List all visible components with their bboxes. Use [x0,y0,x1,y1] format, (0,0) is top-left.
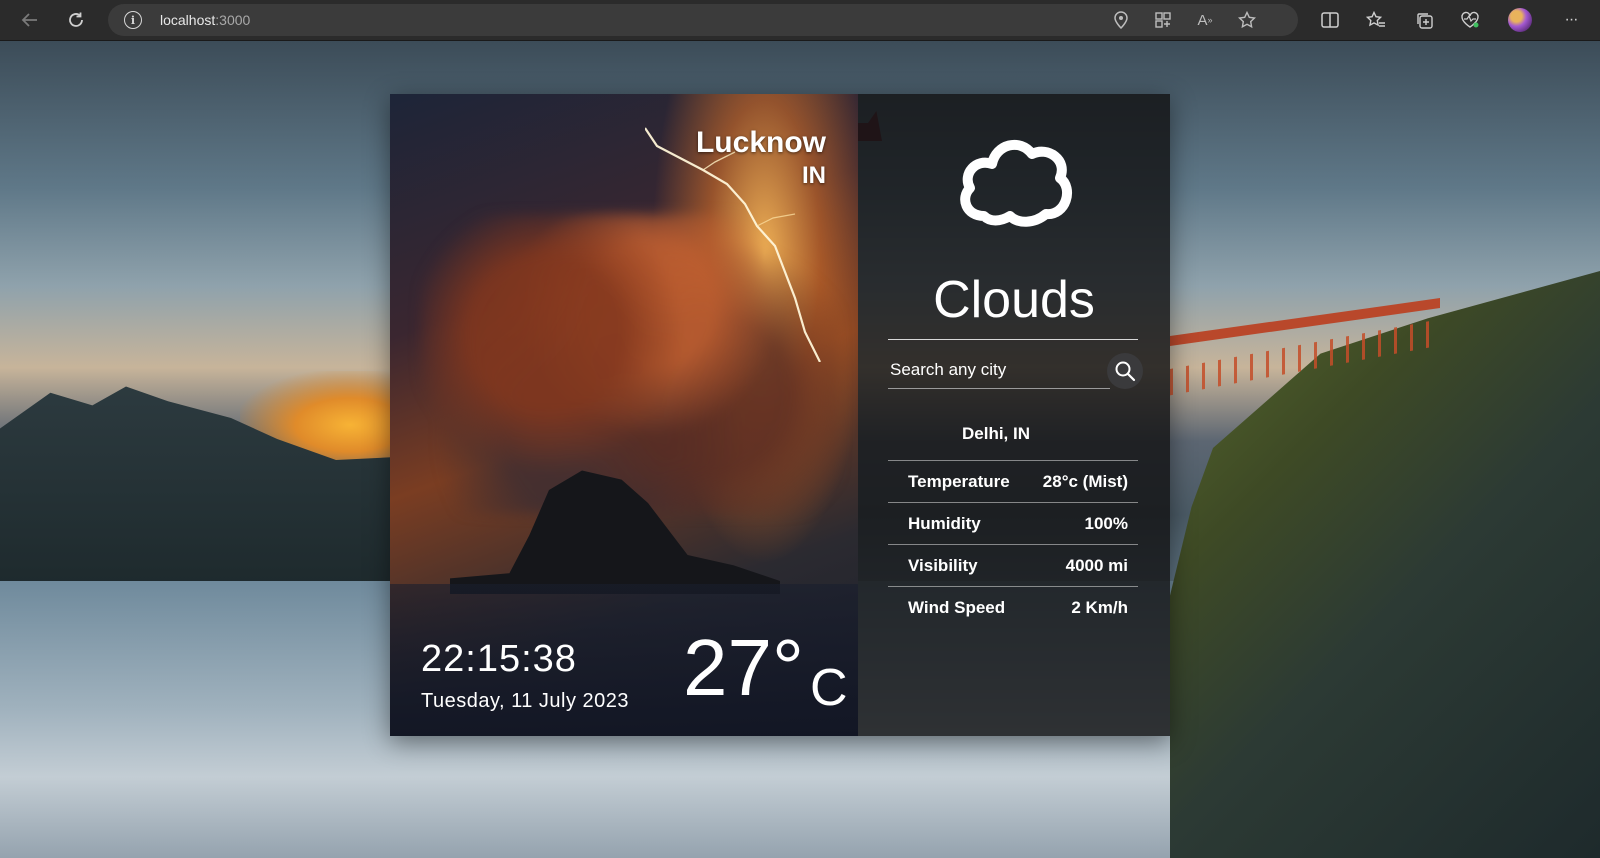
temperature-unit: C [810,659,848,717]
current-temperature: 27° [683,623,804,712]
stat-value: 2 Km/h [1071,598,1128,617]
search-input[interactable] [888,352,1110,389]
read-aloud-glyph: A [1197,11,1208,29]
stat-value: 100% [1084,514,1128,533]
url-text[interactable]: localhost:3000 [160,12,250,28]
search-result-city: Delhi, IN [961,424,1030,443]
stat-row-visibility: Visibility 4000 mi [888,544,1138,584]
country-code: IN [802,162,826,189]
browser-toolbar: i localhost:3000 A» ··· [0,0,1600,41]
url-host: localhost [160,12,216,28]
stat-label: Wind Speed [908,598,1006,617]
stat-row-wind-speed: Wind Speed 2 Km/h [888,586,1138,626]
split-screen-icon[interactable] [1316,6,1344,34]
location-icon[interactable] [1109,8,1133,32]
favorites-icon[interactable] [1362,6,1390,34]
current-time: 22:15:38 [421,638,577,680]
stat-value: 4000 mi [1065,556,1128,575]
read-aloud-icon[interactable]: A» [1193,8,1217,32]
url-port: :3000 [215,12,251,28]
search-button[interactable] [1107,353,1143,389]
weather-condition: Clouds [933,271,1095,329]
more-glyph: ··· [1564,11,1579,28]
stat-value: 28°c (Mist) [1042,472,1128,491]
reload-icon[interactable] [62,6,90,34]
stat-label: Temperature [908,472,1010,491]
arrow-left-icon[interactable] [16,6,44,34]
stat-row-temperature: Temperature 28°c (Mist) [888,460,1138,500]
stat-label: Visibility [908,556,978,575]
stat-label: Humidity [908,514,981,533]
search-icon [1115,361,1136,382]
star-icon[interactable] [1235,8,1259,32]
cloud-icon [960,140,1073,227]
weather-hero-panel: Lucknow IN 22:15:38 Tuesday, 11 July 202… [390,94,858,736]
heart-icon[interactable] [1456,6,1484,34]
address-bar[interactable]: i localhost:3000 A» [108,4,1298,36]
city-name: Lucknow [695,126,826,159]
avatar[interactable] [1508,8,1532,32]
current-date: Tuesday, 11 July 2023 [421,690,630,712]
divider [888,339,1138,340]
info-icon[interactable]: i [124,11,142,29]
more-icon[interactable]: ··· [1557,6,1585,34]
apps-icon[interactable] [1151,8,1175,32]
weather-info-panel: Clouds Delhi, IN Temperature 28°c (Mist)… [858,94,1170,736]
weather-card: Lucknow IN 22:15:38 Tuesday, 11 July 202… [390,94,1170,736]
collections-icon[interactable] [1410,6,1438,34]
stat-row-humidity: Humidity 100% [888,502,1138,542]
